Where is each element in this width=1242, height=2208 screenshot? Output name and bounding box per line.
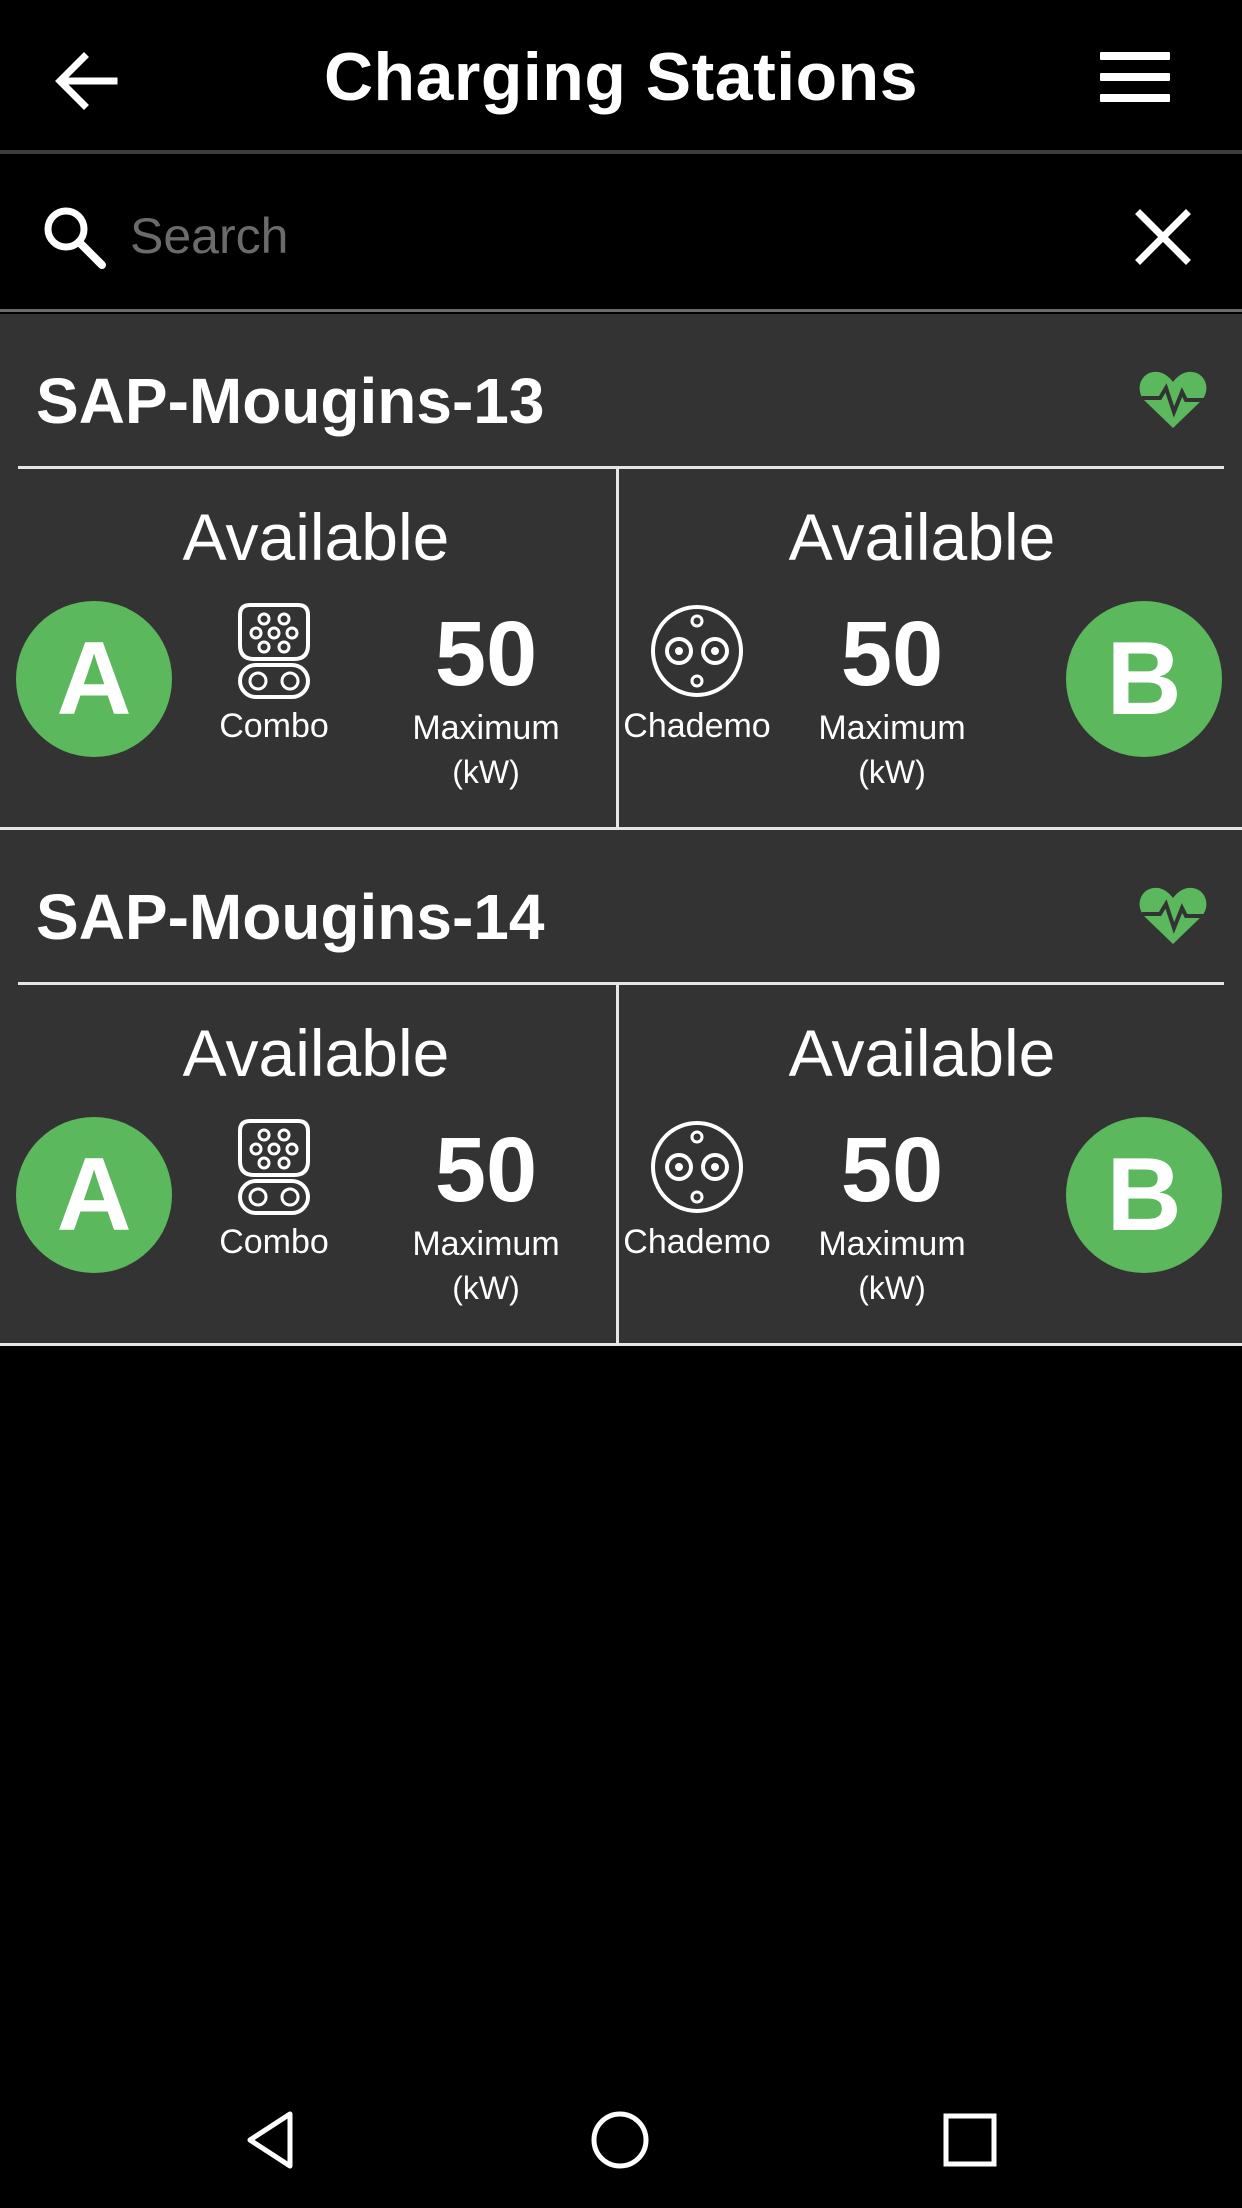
connector-type-label: Combo — [219, 1223, 329, 1261]
connector-type-label: Chademo — [623, 707, 771, 745]
connector-type-label: Combo — [219, 707, 329, 745]
max-power: 50 Maximum (kW) — [396, 1120, 576, 1310]
heartbeat-icon — [1139, 887, 1207, 944]
station-name: SAP-Mougins-14 — [36, 881, 545, 953]
max-power-value: 50 — [434, 603, 538, 705]
max-power-unit: (kW) — [452, 1270, 520, 1306]
nav-back-triangle-icon[interactable] — [240, 2108, 304, 2172]
max-power-label: Maximum — [412, 709, 560, 747]
max-power-unit: (kW) — [858, 754, 926, 790]
search-bar — [0, 158, 1242, 312]
station-card[interactable]: SAP-Mougins-14 Available A Combo 50 Maxi… — [0, 830, 1242, 1346]
chademo-plug-icon — [651, 605, 743, 697]
station-name: SAP-Mougins-13 — [36, 365, 545, 437]
connector-status: Available — [182, 500, 450, 574]
connector-divider — [616, 985, 619, 1346]
max-power-unit: (kW) — [452, 754, 520, 790]
app-header: Charging Stations — [0, 0, 1242, 154]
max-power-value: 50 — [840, 603, 944, 705]
connector-b[interactable]: Available Chademo 50 Maximum (kW) B — [622, 469, 1222, 829]
max-power: 50 Maximum (kW) — [802, 1120, 982, 1310]
connector-b[interactable]: Available Chademo 50 Maximum (kW) B — [622, 985, 1222, 1345]
connector-id-badge: B — [1066, 1117, 1222, 1273]
close-icon[interactable] — [1132, 206, 1194, 268]
connector-id-badge: B — [1066, 601, 1222, 757]
connector-type: Chademo — [622, 601, 772, 746]
connector-id-badge: A — [16, 1117, 172, 1273]
connector-type: Combo — [199, 601, 349, 746]
connector-status: Available — [788, 1016, 1056, 1090]
max-power-label: Maximum — [818, 709, 966, 747]
system-nav-bar — [0, 2068, 1242, 2208]
chademo-plug-icon — [651, 1121, 743, 1213]
search-input[interactable] — [130, 196, 1070, 276]
max-power: 50 Maximum (kW) — [396, 604, 576, 794]
nav-recents-square-icon[interactable] — [938, 2108, 1002, 2172]
connector-status: Available — [182, 1016, 450, 1090]
connector-a[interactable]: Available A Combo 50 Maximum (kW) — [16, 985, 616, 1345]
page-title: Charging Stations — [323, 39, 919, 115]
connector-type: Combo — [199, 1117, 349, 1262]
combo-plug-icon — [238, 1119, 310, 1215]
connector-type-label: Chademo — [623, 1223, 771, 1261]
station-card[interactable]: SAP-Mougins-13 Available A Combo 50 Maxi… — [0, 314, 1242, 830]
connector-divider — [616, 469, 619, 830]
connector-status: Available — [788, 500, 1056, 574]
max-power-unit: (kW) — [858, 1270, 926, 1306]
connector-id-badge: A — [16, 601, 172, 757]
combo-plug-icon — [238, 603, 310, 699]
max-power-value: 50 — [840, 1119, 944, 1221]
heartbeat-icon — [1139, 371, 1207, 428]
max-power-label: Maximum — [412, 1225, 560, 1263]
hamburger-menu-icon[interactable] — [1100, 52, 1180, 114]
search-icon — [44, 207, 106, 269]
connector-type: Chademo — [622, 1117, 772, 1262]
connector-a[interactable]: Available A Combo 50 Maximum (kW) — [16, 469, 616, 829]
max-power-label: Maximum — [818, 1225, 966, 1263]
max-power: 50 Maximum (kW) — [802, 604, 982, 794]
nav-home-circle-icon[interactable] — [588, 2108, 652, 2172]
max-power-value: 50 — [434, 1119, 538, 1221]
